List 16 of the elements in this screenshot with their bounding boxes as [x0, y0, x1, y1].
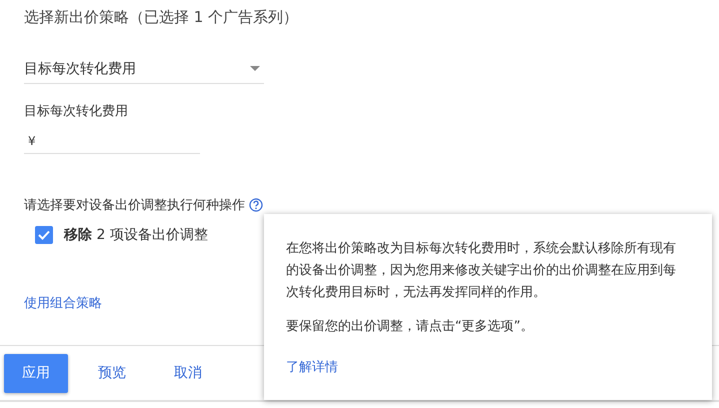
help-icon[interactable]	[249, 198, 263, 212]
input-field[interactable]: ¥	[24, 128, 200, 154]
apply-button[interactable]: 应用	[4, 354, 68, 392]
strategy-dropdown[interactable]: 目标每次转化费用	[24, 54, 264, 84]
text-button[interactable]: 取消	[158, 354, 218, 392]
learn-more-link[interactable]: 了解详情	[286, 358, 338, 376]
portfolio-link[interactable]: 使用组合策略	[24, 294, 102, 312]
checkbox-label: 移除 2 项设备出价调整	[64, 226, 208, 244]
caret-icon	[250, 66, 260, 71]
tooltip-text: 在您将出价策略改为目标每次转化费用时，系统会默认移除所有现有的设备出价调整，因为您用来修改关键字出价的出价调整在应用到每次转化费用目标时，无法再发挥同样的作用。	[286, 240, 677, 302]
text-button[interactable]: 预览	[82, 354, 142, 392]
tooltip-text: 要保留您的出价调整，请点击“更多选项”。	[286, 318, 534, 336]
dialog-title: 选择新出价策略（已选择 1 个广告系列）	[24, 8, 300, 28]
checkbox[interactable]	[35, 226, 53, 244]
field-label: 目标每次转化费用	[24, 103, 129, 120]
question-text: 请选择要对设备出价调整执行何种操作	[24, 197, 245, 214]
